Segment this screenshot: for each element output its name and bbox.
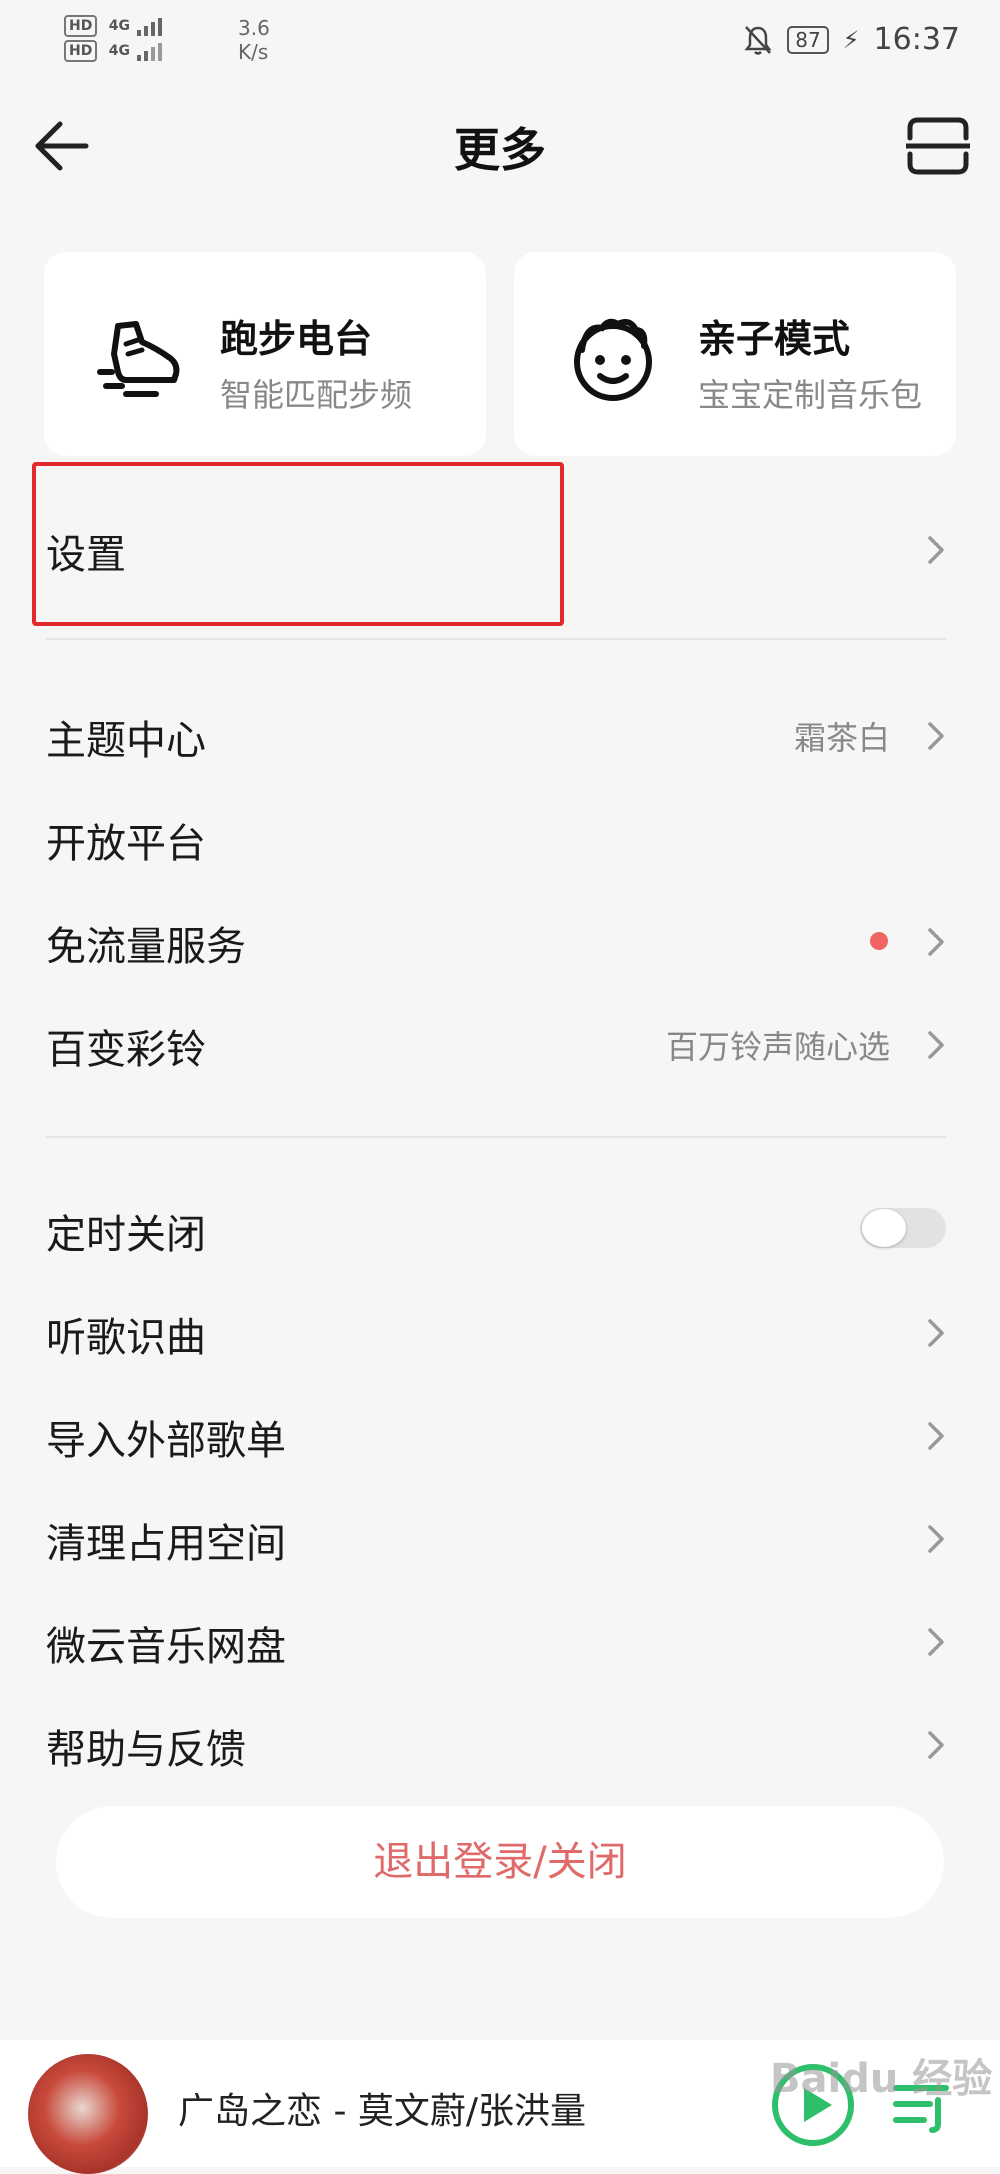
- running-radio-card[interactable]: 跑步电台 智能匹配步频: [44, 252, 486, 456]
- card-subtitle: 宝宝定制音乐包: [698, 376, 923, 414]
- card-title: 亲子模式: [698, 317, 851, 361]
- song-recognition-row[interactable]: 听歌识曲: [0, 1283, 1000, 1381]
- hd-badge-2: HD: [64, 40, 98, 62]
- chevron-right-icon: [928, 1319, 944, 1347]
- scan-icon[interactable]: [906, 116, 970, 176]
- bell-muted-icon: [744, 25, 772, 55]
- chevron-right-icon: [928, 536, 944, 564]
- cloud-drive-row[interactable]: 微云音乐网盘: [0, 1592, 1000, 1690]
- hd-badge-1: HD: [64, 15, 98, 37]
- network-type-2: 4G: [108, 43, 130, 59]
- row-label: 导入外部歌单: [46, 1418, 286, 1464]
- row-label: 开放平台: [46, 821, 206, 867]
- help-feedback-row[interactable]: 帮助与反馈: [0, 1695, 1000, 1793]
- divider: [46, 638, 946, 640]
- highlight-box: [32, 462, 564, 626]
- chevron-right-icon: [928, 1628, 944, 1656]
- row-label: 免流量服务: [46, 924, 246, 970]
- card-title: 跑步电台: [220, 317, 373, 361]
- sleep-timer-row[interactable]: 定时关闭: [0, 1180, 1000, 1278]
- card-subtitle: 智能匹配步频: [220, 376, 413, 414]
- chevron-right-icon: [928, 928, 944, 956]
- sleep-timer-toggle[interactable]: [860, 1208, 946, 1248]
- charging-icon: ⚡: [842, 25, 860, 54]
- open-platform-row[interactable]: 开放平台: [0, 789, 1000, 887]
- row-label: 微云音乐网盘: [46, 1624, 286, 1670]
- row-value: 霜茶白: [793, 719, 890, 757]
- chevron-right-icon: [928, 1525, 944, 1553]
- row-label: 清理占用空间: [46, 1521, 286, 1567]
- clock: 16:37: [873, 22, 960, 57]
- kids-mode-card[interactable]: 亲子模式 宝宝定制音乐包: [514, 252, 956, 456]
- row-label: 听歌识曲: [46, 1315, 206, 1361]
- album-cover[interactable]: [28, 2054, 148, 2174]
- row-value: 百万铃声随心选: [665, 1028, 890, 1066]
- notification-dot: [870, 932, 888, 950]
- theme-center-row[interactable]: 主题中心 霜茶白: [0, 686, 1000, 784]
- clear-storage-row[interactable]: 清理占用空间: [0, 1489, 1000, 1587]
- row-label: 定时关闭: [46, 1212, 206, 1258]
- network-speed: 3.6 K/s: [238, 16, 270, 64]
- status-right: 87 ⚡ 16:37: [743, 22, 960, 57]
- row-label: 主题中心: [46, 718, 206, 764]
- import-playlist-row[interactable]: 导入外部歌单: [0, 1386, 1000, 1484]
- ringtone-row[interactable]: 百变彩铃 百万铃声随心选: [0, 995, 1000, 1093]
- now-playing-title: 广岛之恋 - 莫文蔚/张洪量: [178, 2091, 587, 2132]
- divider: [46, 1136, 946, 1138]
- row-label: 帮助与反馈: [46, 1727, 246, 1773]
- signal-icon: [137, 18, 163, 36]
- row-label: 百变彩铃: [46, 1027, 206, 1073]
- chevron-right-icon: [928, 722, 944, 750]
- top-bar: 更多: [0, 82, 1000, 208]
- chevron-right-icon: [928, 1031, 944, 1059]
- signal-area: HD 4G HD 4G: [64, 14, 177, 62]
- page-title: 更多: [454, 123, 546, 177]
- chevron-right-icon: [928, 1731, 944, 1759]
- logout-button[interactable]: 退出登录/关闭: [56, 1806, 944, 1918]
- chevron-right-icon: [928, 1422, 944, 1450]
- running-shoe-icon: [97, 321, 180, 397]
- baby-face-icon: [574, 318, 652, 401]
- toggle-knob: [862, 1209, 906, 1247]
- signal-icon: [137, 43, 163, 61]
- speed-unit: K/s: [238, 40, 269, 64]
- battery-level: 87: [787, 25, 829, 54]
- watermark: Baidu 经验: [770, 2056, 993, 2102]
- network-type-1: 4G: [108, 18, 130, 34]
- speed-value: 3.6: [238, 16, 270, 40]
- free-data-row[interactable]: 免流量服务: [0, 892, 1000, 990]
- status-bar: HD 4G HD 4G 3.6 K/s 87 ⚡ 16:37: [0, 0, 1000, 82]
